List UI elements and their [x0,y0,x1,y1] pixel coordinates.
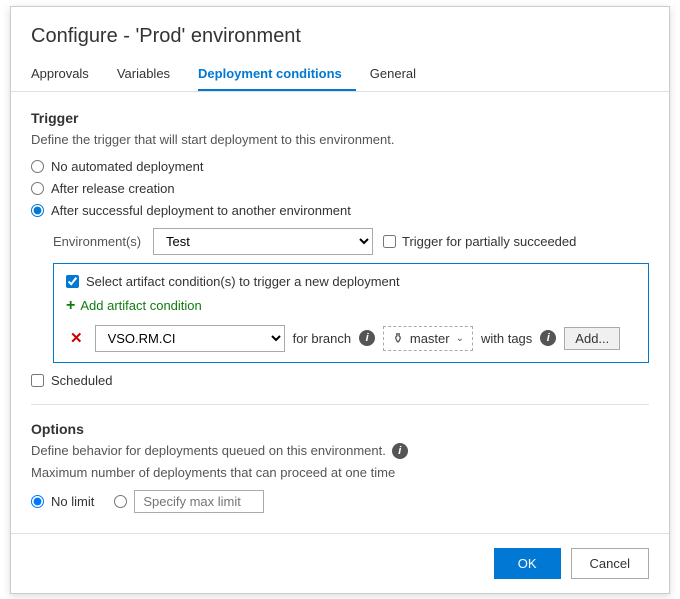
branch-info-icon[interactable]: i [359,330,375,346]
trigger-section-title: Trigger [31,110,649,126]
tab-bar: Approvals Variables Deployment condition… [11,58,669,92]
scheduled-row: Scheduled [31,373,649,388]
radio-no-automated-input[interactable] [31,160,44,173]
options-radio-row: No limit [31,490,649,513]
dialog-content: Trigger Define the trigger that will sta… [11,92,669,533]
trigger-partial-row: Trigger for partially succeeded [383,234,576,249]
specify-max-option[interactable] [114,490,264,513]
delete-artifact-button[interactable]: ✕ [66,327,87,349]
trigger-radio-group: No automated deployment After release cr… [31,159,649,218]
no-limit-label: No limit [51,494,94,509]
artifact-condition-box: Select artifact condition(s) to trigger … [53,263,649,363]
for-branch-label: for branch [293,331,352,346]
tags-info-icon[interactable]: i [540,330,556,346]
tab-deployment-conditions[interactable]: Deployment conditions [198,58,356,91]
trigger-partial-label: Trigger for partially succeeded [402,234,576,249]
trigger-partial-checkbox[interactable] [383,235,396,248]
tab-general[interactable]: General [370,58,430,91]
section-divider [31,404,649,405]
add-tag-button[interactable]: Add... [564,327,620,350]
radio-after-release-input[interactable] [31,182,44,195]
cancel-button[interactable]: Cancel [571,548,649,579]
scheduled-label: Scheduled [51,373,112,388]
options-section: Options Define behavior for deployments … [31,421,649,513]
trigger-description: Define the trigger that will start deplo… [31,132,649,147]
tab-variables[interactable]: Variables [117,58,184,91]
chevron-down-icon: ⌄ [456,333,464,344]
dialog-footer: OK Cancel [11,533,669,593]
radio-after-successful[interactable]: After successful deployment to another e… [31,203,649,218]
artifact-header: Select artifact condition(s) to trigger … [66,274,636,289]
radio-after-successful-input[interactable] [31,204,44,217]
tab-approvals[interactable]: Approvals [31,58,103,91]
artifact-row: ✕ VSO.RM.CI for branch i ⚱ master ⌄ with… [66,325,636,352]
env-select[interactable]: Test [153,228,373,255]
add-artifact-condition[interactable]: + Add artifact condition [66,297,636,315]
environment-row: Environment(s) Test Trigger for partiall… [53,228,649,255]
plus-icon: + [66,297,75,315]
radio-after-release-label: After release creation [51,181,175,196]
ok-button[interactable]: OK [494,548,561,579]
radio-after-release[interactable]: After release creation [31,181,649,196]
env-label: Environment(s) [53,234,143,249]
dialog-title: Configure - 'Prod' environment [11,7,669,58]
specify-max-input[interactable] [134,490,264,513]
branch-selector[interactable]: ⚱ master ⌄ [383,326,473,351]
options-sub-label: Maximum number of deployments that can p… [31,465,649,480]
add-condition-label: Add artifact condition [80,298,201,313]
artifact-select[interactable]: VSO.RM.CI [95,325,285,352]
options-description: Define behavior for deployments queued o… [31,443,649,459]
scheduled-checkbox[interactable] [31,374,44,387]
options-description-text: Define behavior for deployments queued o… [31,443,386,458]
radio-after-successful-label: After successful deployment to another e… [51,203,351,218]
specify-max-radio[interactable] [114,495,127,508]
branch-value: master [410,331,450,346]
no-limit-radio[interactable] [31,495,44,508]
artifact-checkbox-label: Select artifact condition(s) to trigger … [86,274,400,289]
configure-dialog: Configure - 'Prod' environment Approvals… [10,6,670,594]
radio-no-automated-label: No automated deployment [51,159,203,174]
options-info-icon[interactable]: i [392,443,408,459]
no-limit-option[interactable]: No limit [31,494,94,509]
radio-no-automated[interactable]: No automated deployment [31,159,649,174]
artifact-checkbox[interactable] [66,275,79,288]
with-tags-label: with tags [481,331,532,346]
options-section-title: Options [31,421,649,437]
branch-icon: ⚱ [392,330,404,347]
